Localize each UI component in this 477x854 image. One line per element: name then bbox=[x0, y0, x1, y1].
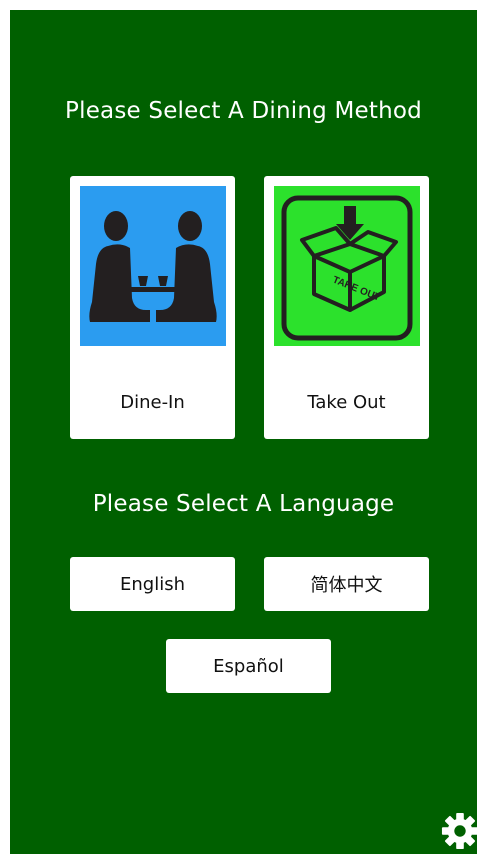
take-out-box-icon: TAKE OUT bbox=[274, 186, 420, 346]
take-out-label: Take Out bbox=[307, 392, 386, 413]
language-spanish-button[interactable]: Español bbox=[166, 639, 331, 693]
language-title: Please Select A Language bbox=[92, 491, 395, 517]
language-english-button[interactable]: English bbox=[70, 557, 235, 611]
dine-in-icon bbox=[80, 186, 226, 346]
gear-icon bbox=[441, 812, 477, 850]
dining-method-title: Please Select A Dining Method bbox=[65, 98, 422, 124]
dine-in-option[interactable]: Dine-In bbox=[70, 176, 235, 439]
dine-in-label: Dine-In bbox=[120, 392, 185, 413]
kiosk-screen: Please Select A Dining Method Dine-In TA… bbox=[10, 10, 477, 854]
svg-text:TAKE OUT: TAKE OUT bbox=[331, 275, 382, 304]
take-out-box-text: TAKE OUT bbox=[331, 275, 382, 304]
take-out-option[interactable]: TAKE OUT Take Out bbox=[264, 176, 429, 439]
language-chinese-button[interactable]: 简体中文 bbox=[264, 557, 429, 611]
settings-button[interactable] bbox=[441, 812, 477, 850]
